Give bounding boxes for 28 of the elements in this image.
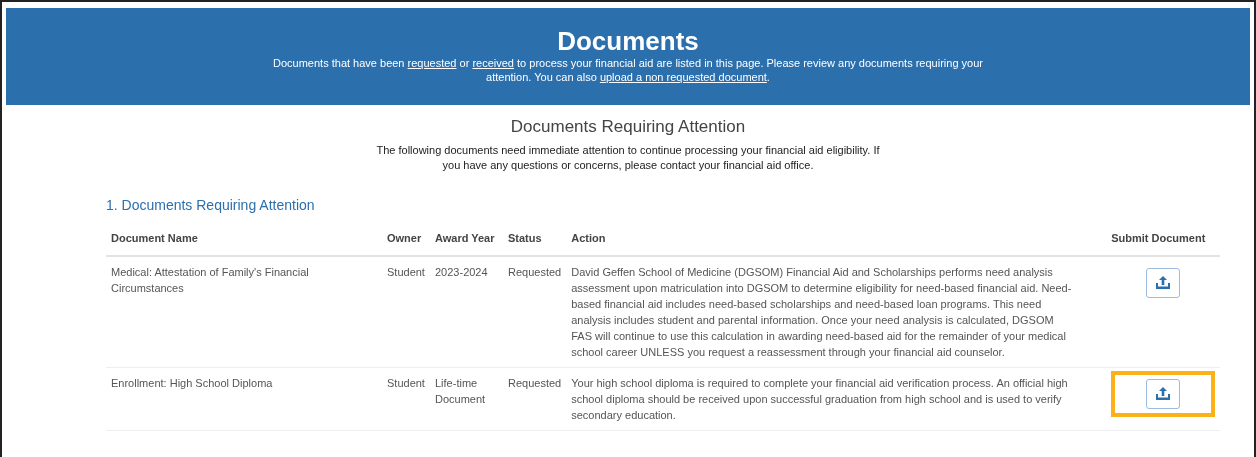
section-title: Documents Requiring Attention [510,117,746,137]
intro-text: Documents that have been requested or received to process your financial aid are listed in this page. Please review any documents requiring your attention. You can also upload a non requested document. [272,56,984,84]
upload-button[interactable] [1146,267,1181,298]
upload-icon [1155,386,1172,401]
table-cell: Requested [503,367,567,430]
table-cell: Life-time Document [430,367,503,430]
column-header: Status [503,230,567,256]
group-title: 1. Documents Requiring Attention [106,196,316,215]
column-header: Submit Document [1106,230,1221,256]
table-cell: Your high school diploma is required to complete your financial aid verification process. An official high school diploma should be received upon successful graduation from high school and is used to verify secondary education. [566,367,1107,430]
intro-link[interactable]: upload a non requested document [599,71,767,83]
upload-button[interactable] [1146,378,1181,409]
intro-link[interactable]: received [472,57,514,69]
column-header: Document Name [106,230,382,256]
column-header: Award Year [430,230,503,256]
table-cell: Student [382,255,430,367]
table-cell: Medical: Attestation of Family's Financial Circumstances [106,255,382,367]
intro-link[interactable]: requested [407,57,457,69]
column-header: Action [566,230,1107,256]
table-cell: Enrollment: High School Diploma [106,367,382,430]
table-cell: Student [382,367,430,430]
column-header: Owner [382,230,430,256]
section-description: The following documents need immediate attention to continue processing your financial aid eligibility. If you have any questions or concerns, please contact your financial aid office. [375,143,881,173]
table-cell: 2023-2024 [430,255,503,367]
page-title: Documents [557,26,699,56]
table-cell: Requested [503,255,567,367]
upload-icon [1155,275,1172,290]
table-cell: David Geffen School of Medicine (DGSOM) Financial Aid and Scholarships performs need analysis assessment upon matriculation into DGSOM to determine eligibility for need-based financial aid. Need-based financial aid includes need-based scholarships and need-based loan programs. This need analysis includes student and parental information. Once your need analysis is calculated, DGSOM FAS will continue to use this calculation in awarding need-based aid for the remainder of your medical school career UNLESS you request a reassessment through your financial aid counselor. [566,255,1107,367]
